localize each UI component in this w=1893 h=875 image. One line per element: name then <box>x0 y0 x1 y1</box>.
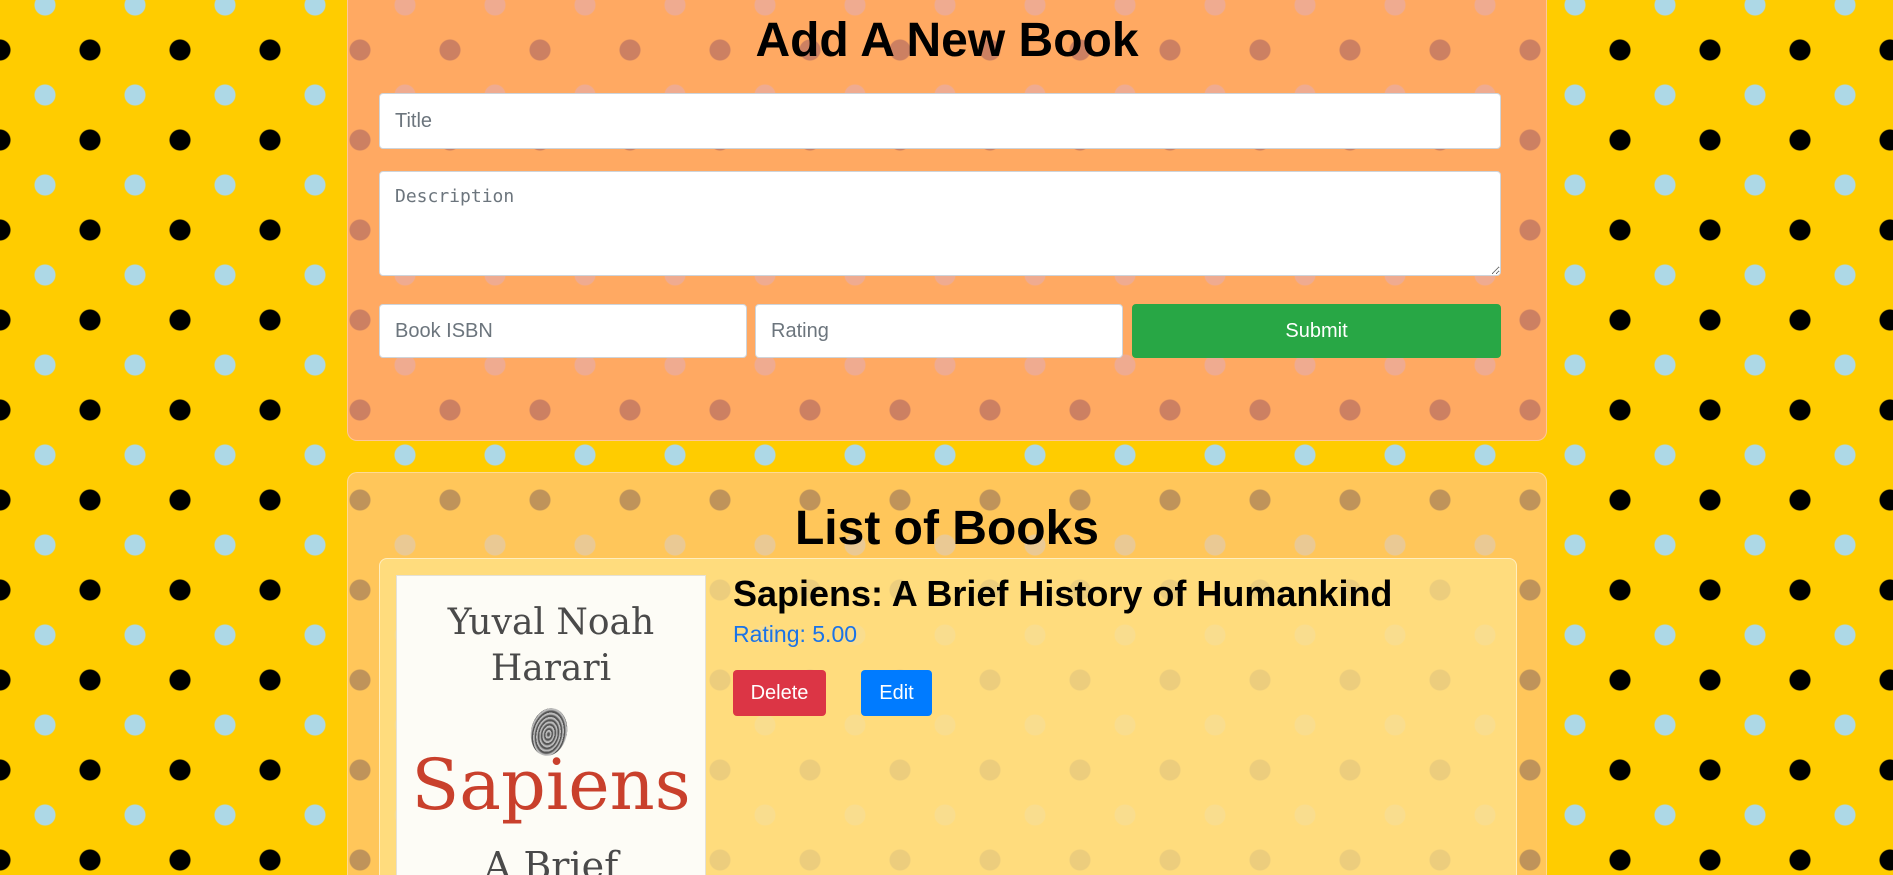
cover-author: Yuval Noah Harari <box>447 602 655 689</box>
cover-title: Sapiens <box>411 744 691 826</box>
title-input[interactable] <box>379 93 1501 149</box>
list-heading: List of Books <box>794 502 1099 555</box>
submit-button[interactable]: Submit <box>1132 304 1501 358</box>
book-list-panel: List of Books Yuval Noah Harari Sapiens … <box>347 472 1547 875</box>
book-title: Sapiens: A Brief History of Humankind <box>733 573 1393 614</box>
isbn-input[interactable] <box>379 304 747 358</box>
book-cover-image: Yuval Noah Harari Sapiens A Brief <box>396 575 706 875</box>
book-card: Yuval Noah Harari Sapiens A Brief Sapien… <box>379 558 1517 875</box>
description-textarea[interactable] <box>379 171 1501 276</box>
rating-input[interactable] <box>755 304 1123 358</box>
book-rating: Rating: 5.00 <box>733 621 858 647</box>
form-heading: Add A New Book <box>755 14 1139 67</box>
add-book-form: Add A New Book Submit <box>347 0 1547 441</box>
edit-button[interactable]: Edit <box>861 670 932 716</box>
delete-button[interactable]: Delete <box>733 670 826 716</box>
cover-subtitle: A Brief <box>483 844 619 875</box>
